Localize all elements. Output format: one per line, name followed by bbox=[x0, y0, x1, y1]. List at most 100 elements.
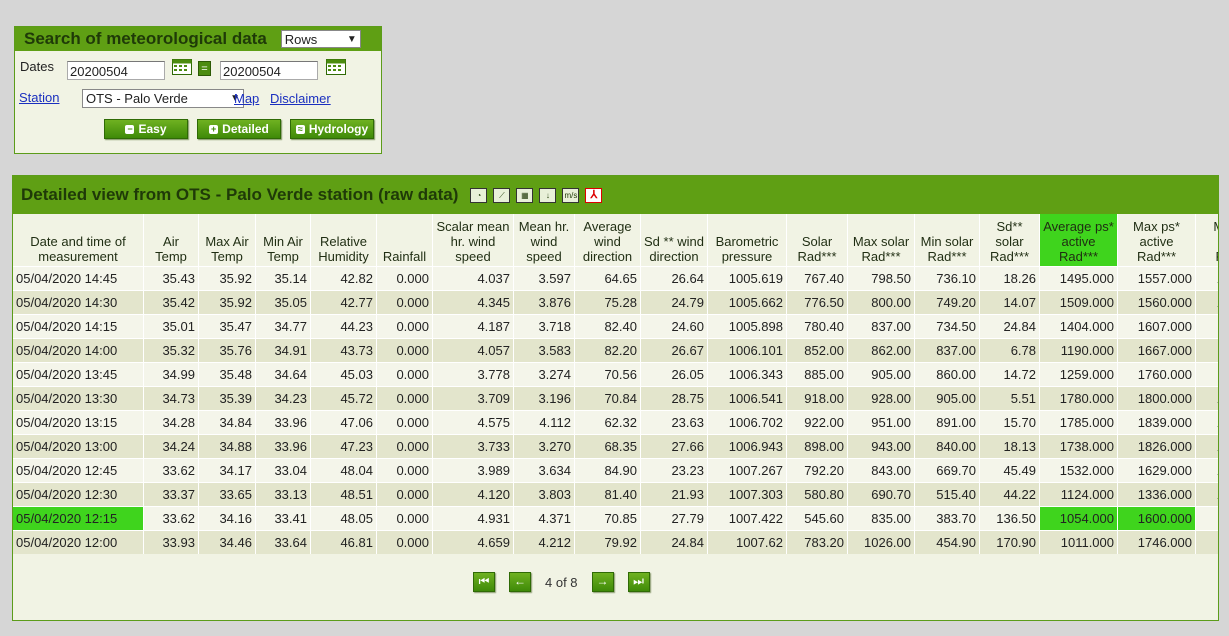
table-cell: 27.79 bbox=[640, 506, 708, 531]
table-cell: 4.037 bbox=[432, 266, 514, 291]
table-cell: 35.47 bbox=[198, 314, 256, 339]
table-cell: 34.17 bbox=[198, 458, 256, 483]
table-cell: 35.39 bbox=[198, 386, 256, 411]
wind-units-icon[interactable]: m/s bbox=[562, 187, 580, 203]
easy-button-label: Easy bbox=[138, 122, 167, 136]
table-cell: 1011.000 bbox=[1039, 530, 1118, 554]
detail-panel: Detailed view from OTS - Palo Verde stat… bbox=[12, 175, 1219, 621]
table-cell: 1800.000 bbox=[1117, 386, 1196, 411]
hydrology-button[interactable]: ≈ Hydrology bbox=[290, 119, 374, 139]
table-cell: 0.000 bbox=[376, 266, 433, 291]
table-cell: 0.000 bbox=[376, 290, 433, 315]
table-cell: 35.92 bbox=[198, 290, 256, 315]
table-row: 05/04/2020 14:45 35.43 35.92 35.14 42.82 0.00… bbox=[13, 266, 1218, 291]
copy-date-button[interactable]: = bbox=[198, 61, 211, 76]
disclaimer-link[interactable]: Disclaimer bbox=[270, 91, 331, 106]
table-cell: 1007.267 bbox=[707, 458, 787, 483]
table-cell: 05/04/2020 12:15 bbox=[13, 506, 144, 531]
table-cell: 82.40 bbox=[574, 314, 641, 339]
table-cell: 18.13 bbox=[979, 434, 1040, 459]
table-cell: 650.500 bbox=[1195, 530, 1218, 554]
column-header: Rainfall bbox=[376, 214, 433, 267]
last-page-button[interactable]: ⏭ bbox=[627, 572, 650, 592]
table-cell: 35.92 bbox=[198, 266, 256, 291]
date-to-input[interactable]: 20200504 bbox=[220, 61, 318, 80]
table-cell: 1007.422 bbox=[707, 506, 787, 531]
column-header: Solar Rad*** bbox=[786, 214, 848, 267]
station-link[interactable]: Station bbox=[19, 90, 59, 105]
table-cell: 33.13 bbox=[255, 482, 311, 507]
table-cell: 383.70 bbox=[914, 506, 980, 531]
table-cell: 1826.000 bbox=[1117, 434, 1196, 459]
table-cell: 749.20 bbox=[914, 290, 980, 315]
table-cell: 21.93 bbox=[640, 482, 708, 507]
table-cell: 1007.303 bbox=[707, 482, 787, 507]
hydrology-button-label: Hydrology bbox=[308, 122, 369, 136]
column-header: Barometric pressure bbox=[707, 214, 787, 267]
pdf-icon[interactable]: ⅄ bbox=[585, 187, 603, 203]
table-cell: 747.900 bbox=[1195, 506, 1218, 531]
map-link[interactable]: Map bbox=[234, 91, 259, 106]
table-cell: 515.40 bbox=[914, 482, 980, 507]
calendar-icon[interactable] bbox=[326, 59, 346, 75]
table-cell: 34.16 bbox=[198, 506, 256, 531]
table-cell: 136.50 bbox=[979, 506, 1040, 531]
date-from-input[interactable]: 20200504 bbox=[67, 61, 165, 80]
table-cell: 1006.702 bbox=[707, 410, 787, 435]
column-header: Sd** solar Rad*** bbox=[979, 214, 1040, 267]
prev-page-button[interactable]: ← bbox=[509, 572, 531, 592]
mode-select[interactable]: Rows ▼ bbox=[280, 30, 361, 48]
chevron-down-icon: ▼ bbox=[346, 33, 357, 45]
page-info: 4 of 8 bbox=[545, 574, 578, 590]
table-cell: 05/04/2020 12:30 bbox=[13, 482, 144, 507]
chart-pie-icon[interactable]: ◔ bbox=[470, 187, 488, 203]
table-cell: 45.49 bbox=[979, 458, 1040, 483]
next-page-button[interactable]: → bbox=[591, 572, 614, 592]
table-cell: 4.931 bbox=[432, 506, 514, 531]
table-cell: 33.41 bbox=[255, 506, 311, 531]
download-icon[interactable]: ↓ bbox=[539, 187, 557, 203]
table-cell: 42.77 bbox=[310, 290, 377, 315]
table-cell: 1629.000 bbox=[1117, 458, 1196, 483]
table-row: 05/04/2020 13:00 34.24 34.88 33.96 47.23 0.00… bbox=[13, 434, 1218, 459]
table-cell: 1259.000 bbox=[1039, 362, 1118, 387]
table-cell: 05/04/2020 12:00 bbox=[13, 530, 144, 554]
table-cell: 05/04/2020 13:15 bbox=[13, 410, 144, 435]
table-row: 05/04/2020 13:45 34.99 35.48 34.64 45.03 0.00… bbox=[13, 362, 1218, 387]
station-select[interactable]: OTS - Palo Verde ▼ bbox=[82, 89, 244, 108]
table-cell: 1780.000 bbox=[1039, 386, 1118, 411]
chart-line-icon[interactable]: ⟋ bbox=[493, 187, 511, 203]
table-cell: 1738.000 bbox=[1039, 434, 1118, 459]
table-cell: 70.84 bbox=[574, 386, 641, 411]
table-cell: 918.00 bbox=[786, 386, 848, 411]
first-page-button[interactable]: ⏮ bbox=[473, 572, 495, 592]
table-cell: 843.00 bbox=[847, 458, 915, 483]
table-cell: 27.66 bbox=[640, 434, 708, 459]
easy-button[interactable]: − Easy bbox=[104, 119, 188, 139]
table-icon[interactable]: ▦ bbox=[516, 187, 534, 203]
table-cell: 05/04/2020 12:45 bbox=[13, 458, 144, 483]
calendar-icon[interactable] bbox=[172, 59, 192, 75]
table-cell: 70.56 bbox=[574, 362, 641, 387]
table-cell: 05/04/2020 13:45 bbox=[13, 362, 144, 387]
table-cell: 15.70 bbox=[979, 410, 1040, 435]
table-cell: 5.51 bbox=[979, 386, 1040, 411]
detailed-button[interactable]: + Detailed bbox=[197, 119, 281, 139]
table-cell: 4.345 bbox=[432, 290, 514, 315]
pager: ⏮ ← 4 of 8 → ⏭ bbox=[473, 572, 650, 592]
table-cell: 4.371 bbox=[513, 506, 575, 531]
table-row: 05/04/2020 12:15 33.62 34.16 33.41 48.05 0.00… bbox=[13, 506, 1218, 531]
table-cell: 1190.000 bbox=[1039, 338, 1118, 363]
table-cell: 24.84 bbox=[979, 314, 1040, 339]
table-cell: 905.00 bbox=[847, 362, 915, 387]
waves-icon: ≈ bbox=[295, 124, 305, 134]
table-cell: 4.659 bbox=[432, 530, 514, 554]
table-cell: 05/04/2020 14:15 bbox=[13, 314, 144, 339]
table-cell: 862.00 bbox=[847, 338, 915, 363]
table-cell: 79.92 bbox=[574, 530, 641, 554]
table-row: 05/04/2020 12:45 33.62 34.17 33.04 48.04 0.00… bbox=[13, 458, 1218, 483]
table-cell: 471.400 bbox=[1195, 314, 1218, 339]
table-row: 05/04/2020 13:30 34.73 35.39 34.23 45.72 0.00… bbox=[13, 386, 1218, 411]
column-header: Min Air Temp bbox=[255, 214, 311, 267]
table-cell: 1495.000 bbox=[1039, 266, 1118, 291]
